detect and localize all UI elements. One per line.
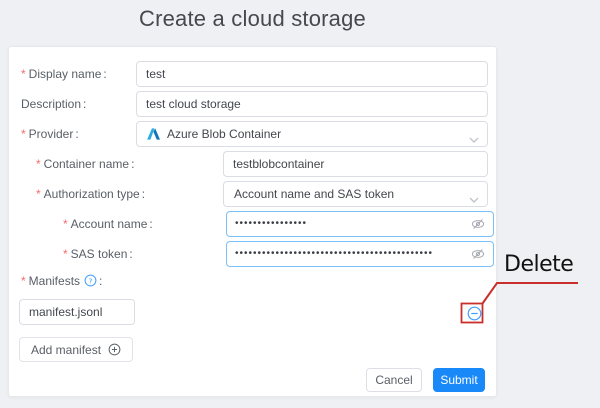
add-manifest-label: Add manifest: [31, 343, 101, 357]
manifests-label: *Manifests?:: [21, 268, 102, 294]
page-title: Create a cloud storage: [8, 6, 497, 32]
description-input[interactable]: [136, 91, 488, 117]
chevron-down-icon: [469, 132, 479, 146]
description-label: Description:: [21, 91, 86, 117]
cloud-storage-form: *Display name: Description: *Provider: A…: [8, 46, 497, 397]
help-icon[interactable]: ?: [84, 274, 97, 287]
form-row-container-name: *Container name:: [9, 151, 496, 177]
required-asterisk: *: [63, 247, 68, 261]
sas-token-input[interactable]: ••••••••••••••••••••••••••••••••••••••••…: [226, 241, 494, 267]
sas-token-masked-value: ••••••••••••••••••••••••••••••••••••••••…: [235, 242, 465, 266]
required-asterisk: *: [36, 187, 41, 201]
required-asterisk: *: [21, 67, 26, 81]
account-name-input[interactable]: ••••••••••••••••: [226, 211, 494, 237]
authorization-type-value: Account name and SAS token: [234, 187, 394, 201]
container-name-input[interactable]: [223, 151, 488, 177]
required-asterisk: *: [36, 157, 41, 171]
provider-label: *Provider:: [21, 121, 79, 147]
form-row-manifests-label: *Manifests?:: [9, 268, 496, 294]
eye-invisible-icon[interactable]: [471, 217, 485, 231]
required-asterisk: *: [21, 274, 26, 288]
provider-select[interactable]: Azure Blob Container: [136, 121, 488, 147]
sas-token-label: *SAS token:: [63, 241, 133, 267]
form-row-sas-token: *SAS token: ••••••••••••••••••••••••••••…: [9, 241, 496, 267]
cancel-button[interactable]: Cancel: [366, 368, 422, 392]
submit-button[interactable]: Submit: [433, 368, 485, 392]
azure-icon: [147, 128, 160, 140]
form-row-display-name: *Display name:: [9, 61, 496, 87]
account-name-label: *Account name:: [63, 211, 153, 237]
eye-invisible-icon[interactable]: [471, 247, 485, 261]
form-row-description: Description:: [9, 91, 496, 117]
required-asterisk: *: [63, 217, 68, 231]
create-cloud-storage-dialog: Create a cloud storage *Display name: De…: [0, 0, 600, 408]
chevron-down-icon: [469, 192, 479, 206]
minus-circle-icon[interactable]: [467, 306, 482, 321]
form-row-account-name: *Account name: ••••••••••••••••: [9, 211, 496, 237]
add-manifest-button[interactable]: Add manifest: [19, 337, 133, 362]
account-name-masked-value: ••••••••••••••••: [235, 212, 465, 236]
authorization-type-select[interactable]: Account name and SAS token: [223, 181, 488, 207]
manifest-input[interactable]: [19, 299, 135, 325]
display-name-label: *Display name:: [21, 61, 107, 87]
provider-value: Azure Blob Container: [167, 127, 281, 141]
form-row-provider: *Provider: Azure Blob Container: [9, 121, 496, 147]
manifest-item-row: [9, 299, 496, 325]
container-name-label: *Container name:: [36, 151, 134, 177]
required-asterisk: *: [21, 127, 26, 141]
form-row-authorization-type: *Authorization type: Account name and SA…: [9, 181, 496, 207]
display-name-input[interactable]: [136, 61, 488, 87]
plus-circle-icon: [108, 343, 121, 356]
authorization-type-label: *Authorization type:: [36, 181, 145, 207]
svg-text:?: ?: [89, 276, 93, 285]
delete-annotation-label: Delete: [504, 252, 573, 277]
